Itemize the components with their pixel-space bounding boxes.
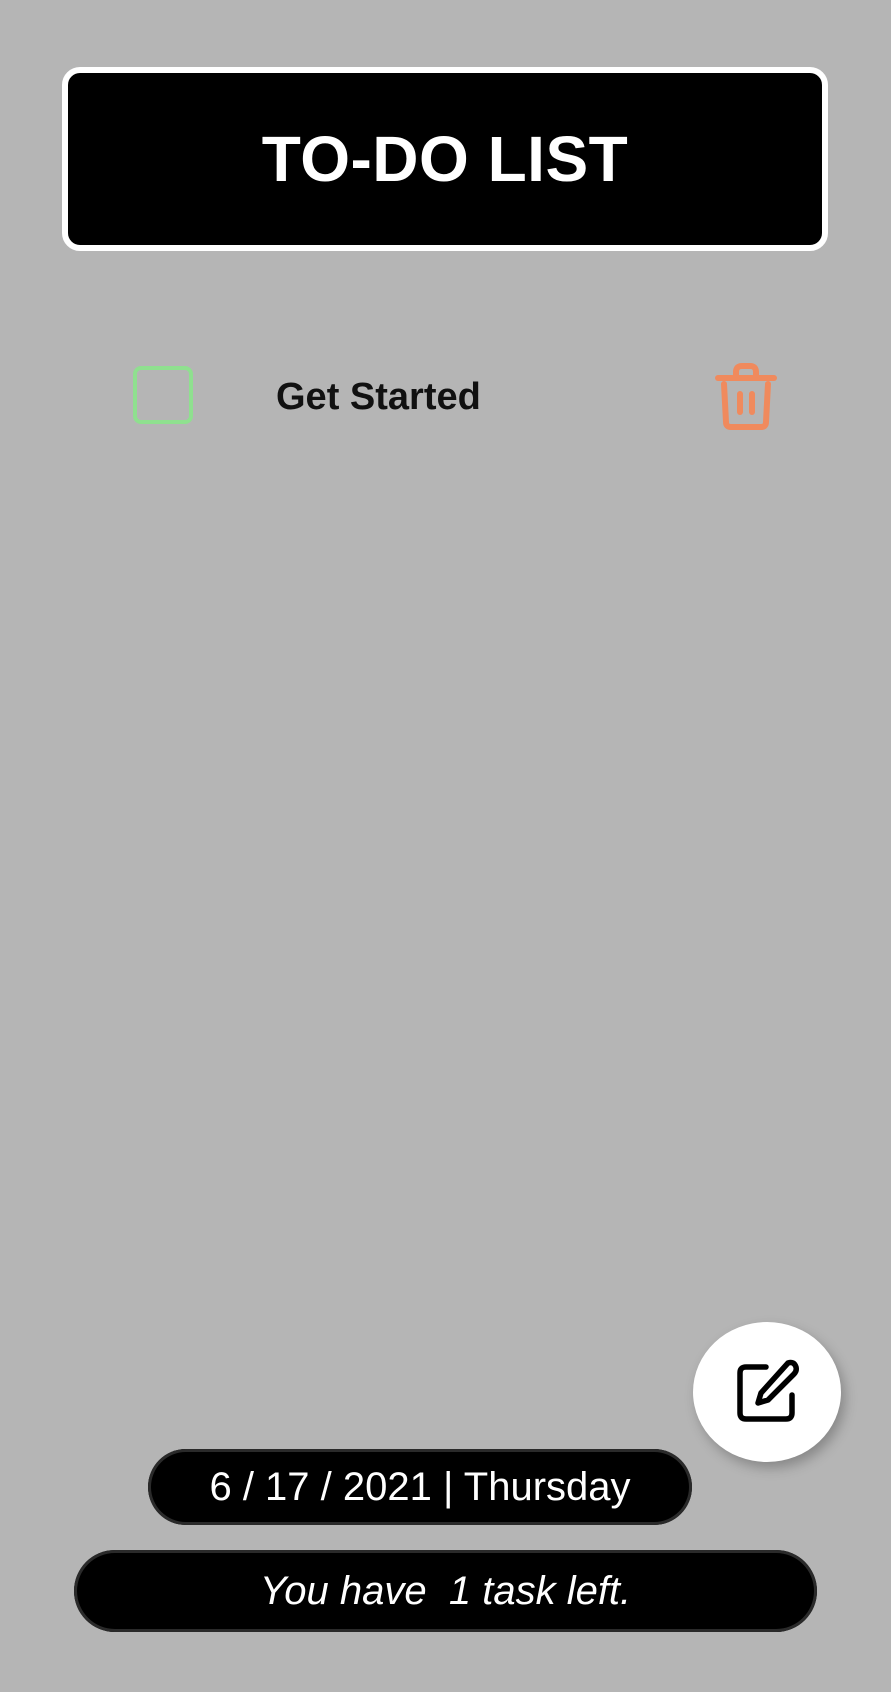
add-task-button[interactable] <box>693 1322 841 1462</box>
edit-icon <box>737 1359 799 1422</box>
status-text: You have 1 task left. <box>259 1568 632 1613</box>
date-text: 6 / 17 / 2021 | Thursday <box>209 1464 631 1509</box>
date-display: 6 / 17 / 2021 | Thursday <box>148 1449 692 1525</box>
page-title: TO-DO LIST <box>261 123 629 195</box>
list-item: Get Started <box>130 360 780 432</box>
task-count-status: You have 1 task left. <box>74 1550 817 1632</box>
trash-icon <box>715 363 777 430</box>
delete-task-button[interactable] <box>710 360 782 432</box>
app-header: TO-DO LIST <box>62 67 828 251</box>
task-checkbox[interactable] <box>133 366 193 424</box>
task-label: Get Started <box>276 376 481 418</box>
